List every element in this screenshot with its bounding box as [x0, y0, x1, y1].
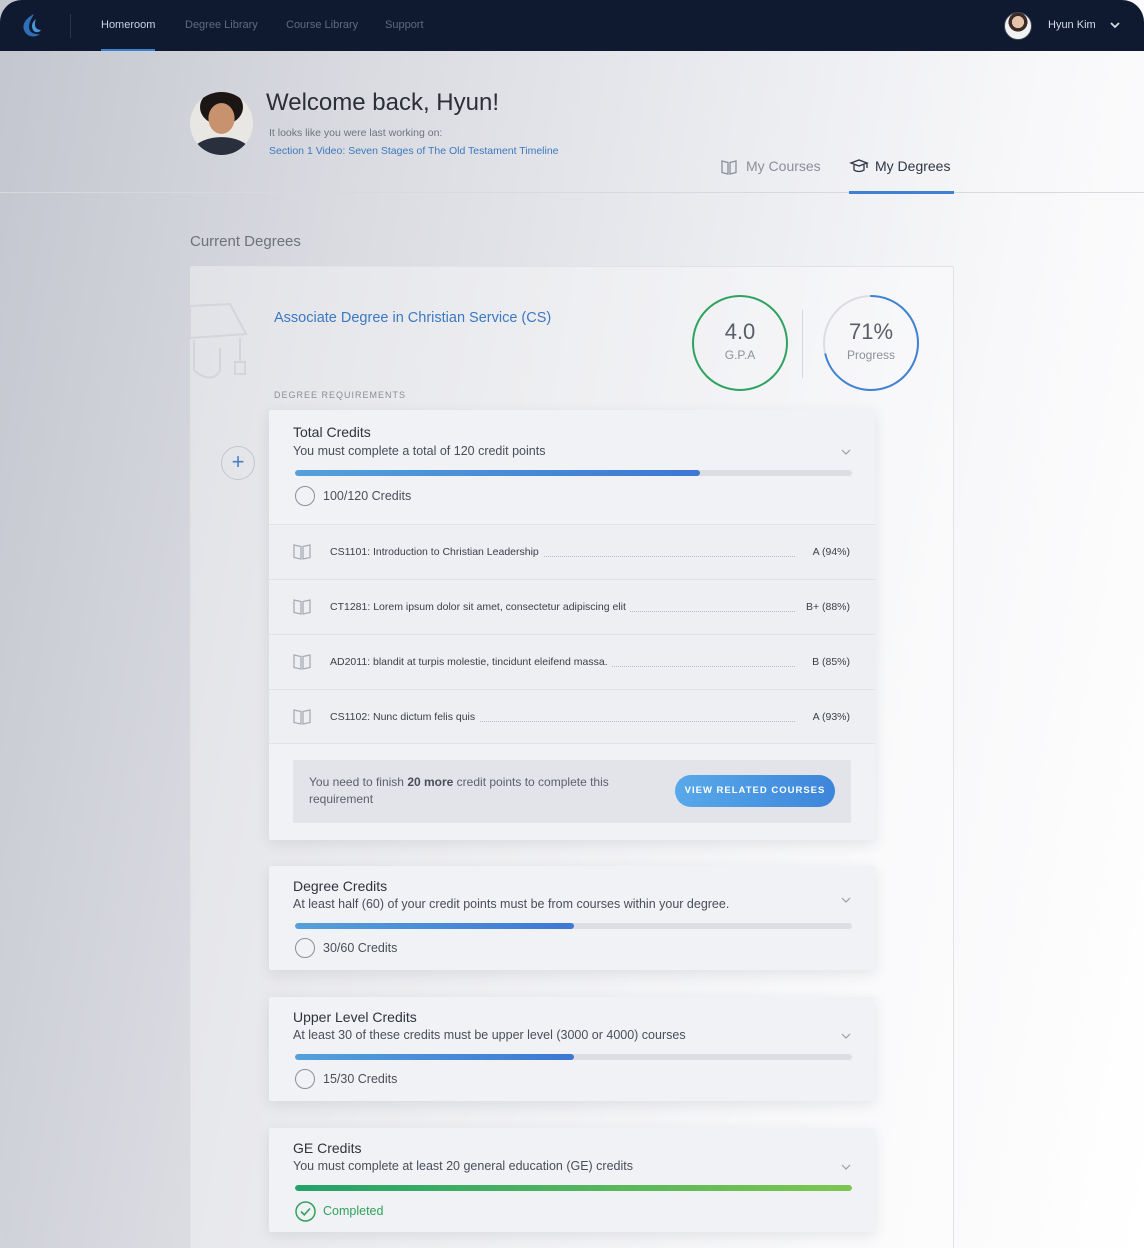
app-window: Homeroom Degree Library Course Library S… — [0, 0, 1144, 1248]
degree-requirements-label: DEGREE REQUIREMENTS — [274, 390, 407, 400]
status-circle-icon — [295, 1069, 315, 1089]
requirement-description: You must complete a total of 120 credit … — [293, 444, 546, 458]
user-name[interactable]: Hyun Kim — [1048, 0, 1096, 51]
book-icon — [293, 654, 311, 670]
requirement-card-upper-level-credits: Upper Level Credits At least 30 of these… — [269, 997, 875, 1101]
tab-label: My Courses — [746, 158, 821, 174]
requirement-title: GE Credits — [293, 1140, 362, 1156]
status-circle-icon — [295, 486, 315, 506]
course-grade: B (85%) — [808, 656, 850, 668]
requirement-description: At least half (60) of your credit points… — [293, 897, 730, 911]
tab-label: My Degrees — [875, 158, 951, 174]
course-name: CT1281: Lorem ipsum dolor sit amet, cons… — [330, 601, 630, 613]
welcome-header — [0, 51, 1144, 193]
view-related-courses-button[interactable]: VIEW RELATED COURSES — [675, 775, 835, 807]
gpa-value: 4.0 — [724, 319, 756, 344]
degree-name-link[interactable]: Associate Degree in Christian Service (C… — [274, 310, 551, 326]
tab-my-courses[interactable]: My Courses — [720, 150, 822, 194]
credit-progress-fill — [295, 470, 700, 476]
credit-count: 15/30 Credits — [323, 1072, 398, 1086]
progress-label: Progress — [846, 348, 896, 362]
book-icon — [293, 709, 311, 725]
nav-degree-library[interactable]: Degree Library — [185, 0, 258, 51]
requirement-cta: You need to finish 20 more credit points… — [293, 760, 851, 823]
credit-count: 100/120 Credits — [323, 489, 412, 503]
requirement-card-degree-credits: Degree Credits At least half (60) of you… — [269, 866, 875, 970]
book-icon — [721, 160, 737, 175]
gpa-label: G.P.A — [724, 348, 756, 362]
section-title: Current Degrees — [190, 233, 301, 250]
course-name: CS1101: Introduction to Christian Leader… — [330, 546, 543, 558]
requirement-title: Total Credits — [293, 424, 371, 440]
chevron-down-icon[interactable] — [841, 447, 851, 457]
welcome-title: Welcome back, Hyun! — [266, 89, 499, 116]
check-circle-icon — [295, 1201, 316, 1222]
credit-progress-bar — [295, 1185, 852, 1191]
profile-avatar — [190, 92, 253, 155]
nav-support[interactable]: Support — [385, 0, 424, 51]
user-avatar[interactable] — [1004, 12, 1032, 40]
course-row[interactable]: CS1101: Introduction to Christian Leader… — [269, 524, 875, 579]
tab-my-degrees[interactable]: My Degrees — [849, 150, 954, 194]
credit-progress-fill — [295, 1054, 574, 1060]
requirement-description: You must complete at least 20 general ed… — [293, 1159, 634, 1173]
top-navbar: Homeroom Degree Library Course Library S… — [0, 0, 1144, 51]
requirement-title: Degree Credits — [293, 878, 388, 894]
credit-progress-bar — [295, 923, 852, 929]
cta-message: You need to finish 20 more credit points… — [309, 775, 609, 806]
credit-progress-fill — [295, 923, 574, 929]
course-row[interactable]: AD2011: blandit at turpis molestie, tinc… — [269, 634, 875, 689]
completed-label: Completed — [323, 1204, 384, 1218]
chevron-down-icon[interactable] — [841, 1162, 851, 1172]
last-working-link[interactable]: Section 1 Video: Seven Stages of The Old… — [269, 145, 559, 157]
credit-progress-bar — [295, 1054, 852, 1060]
add-requirement-button[interactable]: + — [221, 446, 255, 480]
book-icon — [293, 599, 311, 615]
requirement-card-ge-credits: GE Credits You must complete at least 20… — [269, 1128, 875, 1232]
book-icon — [293, 544, 311, 560]
course-grade: A (94%) — [808, 546, 850, 558]
progress-value: 71% — [848, 319, 894, 344]
nav-course-library[interactable]: Course Library — [286, 0, 358, 51]
course-grade: B+ (88%) — [801, 601, 850, 613]
nav-divider — [70, 14, 71, 38]
course-row[interactable]: CS1102: Nunc dictum felis quis A (93%) — [269, 689, 875, 744]
graduation-cap-icon — [190, 302, 248, 379]
requirement-title: Upper Level Credits — [293, 1009, 417, 1025]
course-row[interactable]: CT1281: Lorem ipsum dolor sit amet, cons… — [269, 579, 875, 634]
stat-divider — [802, 310, 803, 378]
chevron-down-icon[interactable] — [841, 895, 851, 905]
credit-count: 30/60 Credits — [323, 941, 398, 955]
credit-progress-fill — [295, 1185, 852, 1191]
course-grade: A (93%) — [808, 711, 850, 723]
course-list: CS1101: Introduction to Christian Leader… — [269, 524, 875, 744]
graduation-icon — [849, 159, 869, 173]
course-name: CS1102: Nunc dictum felis quis — [330, 711, 480, 723]
last-working-label: It looks like you were last working on: — [269, 127, 443, 139]
chevron-down-icon[interactable] — [1108, 18, 1122, 32]
status-circle-icon — [295, 938, 315, 958]
requirement-description: At least 30 of these credits must be upp… — [293, 1028, 686, 1042]
credit-progress-bar — [295, 470, 852, 476]
brand-logo-icon[interactable] — [18, 12, 46, 40]
nav-homeroom[interactable]: Homeroom — [101, 0, 156, 51]
chevron-down-icon[interactable] — [841, 1031, 851, 1041]
course-name: AD2011: blandit at turpis molestie, tinc… — [330, 656, 612, 668]
